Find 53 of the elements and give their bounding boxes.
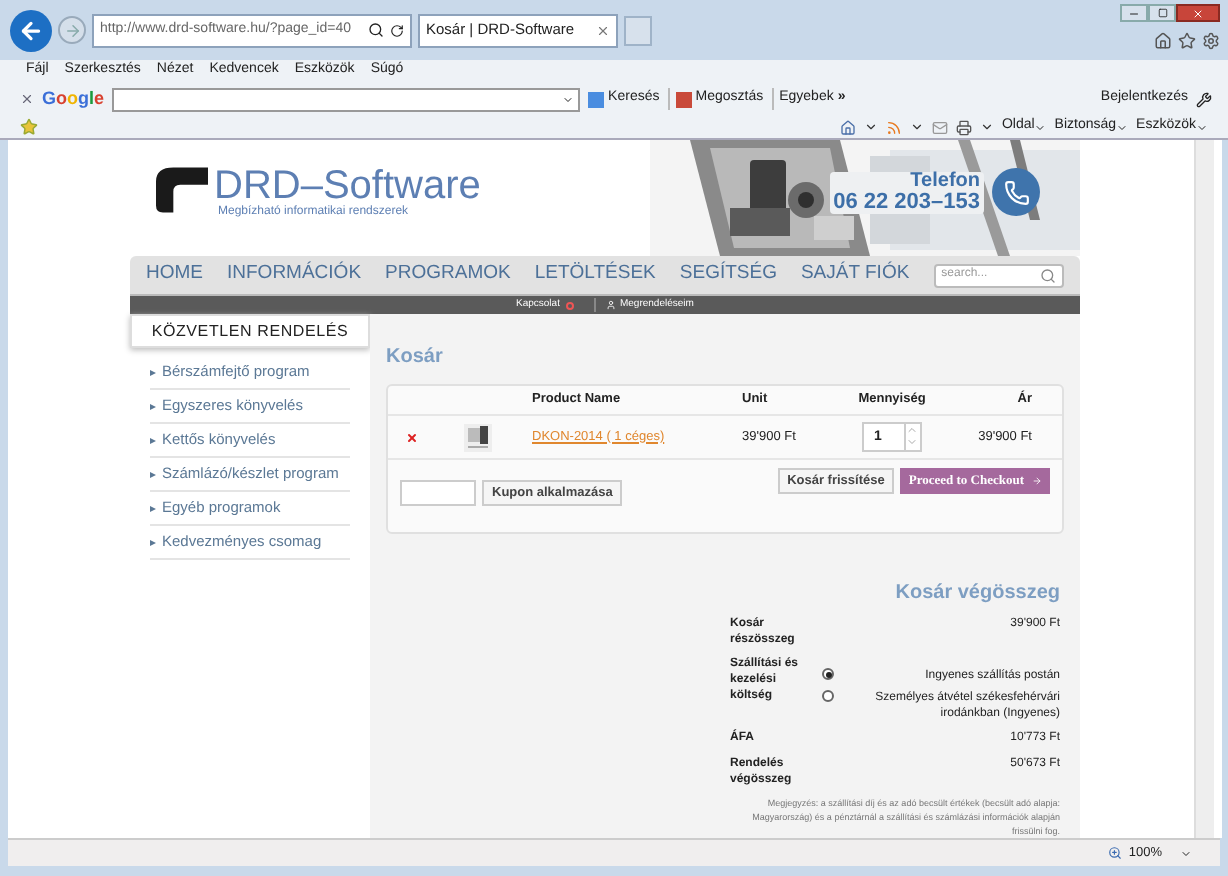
print-icon[interactable] (955, 119, 972, 135)
nav-link[interactable]: SAJÁT FIÓK (800, 260, 910, 290)
bullet-icon (150, 472, 156, 478)
close-icon[interactable] (20, 92, 34, 106)
logo-icon (156, 166, 208, 214)
remove-icon[interactable] (406, 431, 418, 443)
phone-number: 06 22 203–153 (833, 191, 980, 213)
google-logo: Google (42, 85, 105, 112)
sidebar-heading: KÖZVETLEN RENDELÉS (130, 314, 370, 348)
google-search-field[interactable] (112, 87, 581, 111)
dropdown-icon[interactable] (562, 93, 575, 105)
back-button[interactable] (10, 9, 52, 51)
zoom-icon[interactable] (1108, 846, 1123, 860)
scrollbar[interactable] (1194, 140, 1214, 838)
nav-link[interactable]: INFORMÁCIÓK (227, 260, 362, 290)
feed-icon[interactable] (885, 119, 902, 135)
shipping-radio[interactable] (822, 690, 834, 702)
caret-icon[interactable] (863, 120, 878, 134)
coupon-field[interactable] (400, 480, 476, 506)
back-arrow-icon[interactable] (18, 17, 44, 43)
mail-icon[interactable] (931, 119, 948, 135)
bullet-icon (150, 438, 156, 444)
bullet-icon (150, 506, 156, 512)
minimize-icon[interactable] (1128, 7, 1140, 19)
phone-label: Telefon (910, 171, 980, 191)
maximize-button[interactable] (1148, 4, 1176, 22)
bullet-icon (150, 540, 156, 546)
site-title: DRD–Software (214, 166, 481, 206)
nav-link[interactable]: LETÖLTÉSEK (534, 260, 656, 290)
favorites-icon[interactable] (1178, 31, 1196, 49)
maximize-icon[interactable] (1157, 8, 1167, 18)
settings-icon[interactable] (1202, 31, 1220, 49)
shipping-radio[interactable] (822, 668, 834, 680)
wrench-icon[interactable] (1196, 91, 1212, 107)
refresh-icon[interactable] (390, 23, 404, 37)
arrow-icon[interactable] (1032, 476, 1042, 486)
home-icon[interactable] (839, 119, 856, 135)
close-icon[interactable] (596, 23, 610, 37)
caret-icon[interactable] (909, 120, 924, 134)
nav-link[interactable]: SEGÍTSÉG (679, 260, 777, 290)
bullet-icon (150, 404, 156, 410)
cart-heading: Kosár (386, 344, 445, 372)
caret-icon[interactable] (979, 120, 994, 134)
user-icon (605, 300, 616, 310)
nav-link[interactable]: HOME (146, 260, 203, 290)
home-icon[interactable] (1154, 31, 1172, 49)
search-icon[interactable] (368, 22, 384, 38)
minimize-button[interactable] (1120, 4, 1148, 22)
totals-heading: Kosár végösszeg (893, 580, 1060, 608)
bullet-icon (150, 370, 156, 376)
ring-icon (565, 301, 574, 309)
nav-link[interactable]: PROGRAMOK (385, 260, 511, 290)
star-icon[interactable] (20, 118, 38, 136)
